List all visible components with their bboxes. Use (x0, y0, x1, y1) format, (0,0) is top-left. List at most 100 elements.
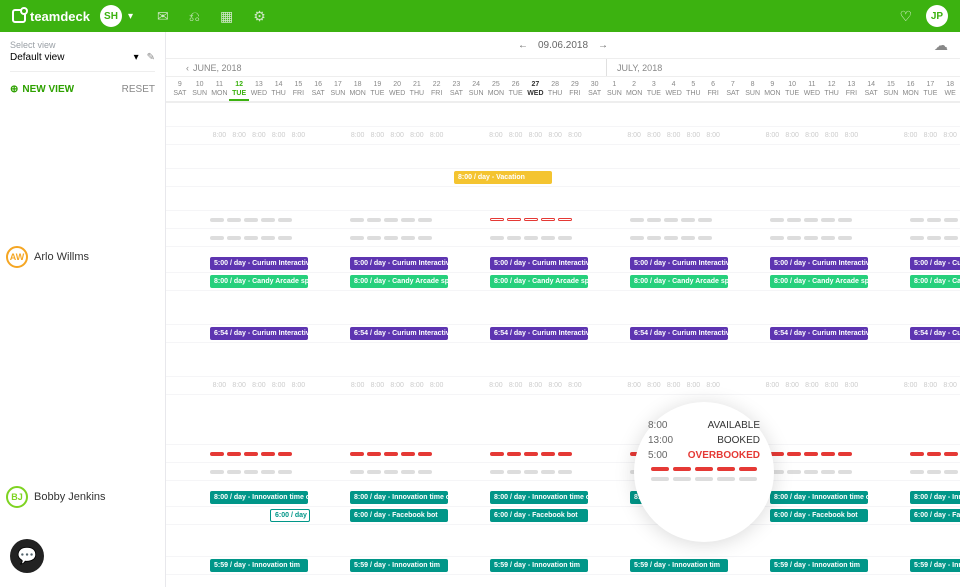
booking-bar[interactable]: 5:59 / day - Innovation tim (490, 559, 588, 572)
day-column[interactable]: 20WED (387, 77, 407, 101)
day-column[interactable]: 24SUN (466, 77, 486, 101)
arrow-left-icon[interactable]: ‹ (186, 63, 189, 73)
booking-bar[interactable]: 8:00 / day - Innovation time of (210, 491, 308, 504)
timeline-main: ← 09.06.2018 → ☁ ‹JUNE, 2018 JULY, 2018 … (166, 32, 960, 587)
bell-icon[interactable]: ♡ (899, 8, 912, 25)
booking-bar[interactable]: 8:00 / day - Candy Arcade sp. (770, 275, 868, 288)
booking-bar[interactable]: 6:00 / day - Facebook bot (910, 509, 960, 522)
booking-bar[interactable]: 5:59 / day - Innovation tim (910, 559, 960, 572)
day-column[interactable]: 17SUN (328, 77, 348, 101)
user-avatar[interactable]: JP (926, 5, 948, 27)
day-column[interactable]: 29FRI (565, 77, 585, 101)
day-column[interactable]: 11WED (802, 77, 822, 101)
day-column[interactable]: 16SAT (308, 77, 328, 101)
booking-bar[interactable]: 8:00 / day - Candy Arcade sp. (490, 275, 588, 288)
day-column[interactable]: 13WED (249, 77, 269, 101)
booking-bar[interactable]: 8:00 / day - Candy Arcade sp. (210, 275, 308, 288)
logo[interactable]: teamdeck (12, 9, 90, 24)
booking-bar[interactable]: 5:00 / day - Curium Interactiv (630, 257, 728, 270)
day-column[interactable]: 17TUE (921, 77, 941, 101)
day-column[interactable]: 8SUN (743, 77, 763, 101)
day-column[interactable]: 23SAT (447, 77, 467, 101)
day-column[interactable]: 9MON (763, 77, 783, 101)
booking-bar[interactable]: 5:00 / day - Curium Interactiv (350, 257, 448, 270)
chevron-down-icon[interactable]: ▾ (134, 52, 139, 63)
booking-bar-vacation[interactable]: 8:00 / day - Vacation (454, 171, 552, 184)
booking-bar[interactable]: 5:00 / day - Curium Interactiv (210, 257, 308, 270)
day-column[interactable]: 21THU (407, 77, 427, 101)
day-column[interactable]: 25MON (486, 77, 506, 101)
booking-bar[interactable]: 5:00 / day - Curium Interactiv (490, 257, 588, 270)
arrow-left-icon[interactable]: ← (518, 40, 528, 51)
booking-bar[interactable]: 6:54 / day - Curium Interactiv (630, 327, 728, 340)
booking-bar[interactable]: 8:00 / day - Candy Arcade sp. (350, 275, 448, 288)
day-column[interactable]: 19TUE (368, 77, 388, 101)
inbox-icon[interactable]: ✉ (157, 8, 169, 25)
booking-bar[interactable]: 8:00 / day - Innovation time of (490, 491, 588, 504)
day-column[interactable]: 11MON (210, 77, 230, 101)
day-column[interactable]: 15FRI (289, 77, 309, 101)
booking-bar[interactable]: 6:00 / day (270, 509, 310, 522)
booking-bar[interactable]: 6:54 / day - Curium Interactiv (490, 327, 588, 340)
day-column[interactable]: 18MON (348, 77, 368, 101)
calendar-icon[interactable]: ▦ (220, 8, 233, 25)
tooltip-hours: 8:00 (648, 420, 667, 431)
resource-row[interactable]: AW Arlo Willms (6, 246, 89, 268)
new-view-button[interactable]: ⊕NEW VIEW (10, 84, 74, 95)
view-selector[interactable]: Default view ▾✎ (10, 52, 155, 72)
booking-bar[interactable]: 5:59 / day - Innovation tim (350, 559, 448, 572)
cloud-download-icon[interactable]: ☁ (934, 37, 948, 54)
day-column[interactable]: 10SUN (190, 77, 210, 101)
day-column[interactable]: 13FRI (842, 77, 862, 101)
workspace-avatar[interactable]: SH (100, 5, 122, 27)
day-column[interactable]: 3TUE (644, 77, 664, 101)
booking-bar[interactable]: 8:00 / day - Innovation time of (770, 491, 868, 504)
booking-bar[interactable]: 5:59 / day - Innovation tim (770, 559, 868, 572)
day-column[interactable]: 4WED (664, 77, 684, 101)
booking-bar[interactable]: 8:00 / day - Innovation time of (910, 491, 960, 504)
day-column[interactable]: 30SAT (585, 77, 605, 101)
timeline-grid[interactable]: ◷8:008:008:008:008:008:008:008:008:008:0… (166, 103, 960, 575)
booking-bar[interactable]: 5:00 / day - Curium Interactiv (770, 257, 868, 270)
booking-bar[interactable]: 5:59 / day - Innovation tim (210, 559, 308, 572)
day-column[interactable]: 18WE (940, 77, 960, 101)
booking-bar[interactable]: 6:00 / day - Facebook bot (770, 509, 868, 522)
day-column[interactable]: 12THU (822, 77, 842, 101)
day-column[interactable]: 28THU (545, 77, 565, 101)
day-column[interactable]: 16MON (901, 77, 921, 101)
arrow-right-icon[interactable]: → (598, 40, 608, 51)
timeline-icon[interactable]: ⎌ (189, 8, 200, 25)
day-column[interactable]: 12TUE (229, 77, 249, 101)
booking-bar[interactable]: 6:54 / day - Curium Interactiv (350, 327, 448, 340)
current-date[interactable]: 09.06.2018 (538, 40, 588, 51)
chevron-down-icon[interactable]: ▾ (128, 11, 133, 22)
day-column[interactable]: 27WED (526, 77, 546, 101)
edit-icon[interactable]: ✎ (147, 52, 155, 63)
day-column[interactable]: 5THU (684, 77, 704, 101)
day-column[interactable]: 6FRI (703, 77, 723, 101)
booking-bar[interactable]: 6:00 / day - Facebook bot (490, 509, 588, 522)
reset-button[interactable]: RESET (122, 84, 155, 95)
day-column[interactable]: 14SAT (861, 77, 881, 101)
resource-row[interactable]: BJ Bobby Jenkins (6, 486, 106, 508)
booking-bar[interactable]: 6:54 / day - Curium Interactiv (210, 327, 308, 340)
day-column[interactable]: 15SUN (881, 77, 901, 101)
booking-bar[interactable]: 8:00 / day - Candy Arcade sp. (910, 275, 960, 288)
booking-bar[interactable]: 8:00 / day - Candy Arcade sp. (630, 275, 728, 288)
settings-icon[interactable]: ⚙ (253, 8, 266, 25)
booking-bar[interactable]: 6:54 / day - Curium Interactiv (910, 327, 960, 340)
chat-widget[interactable]: 💬 (10, 539, 44, 573)
booking-bar[interactable]: 8:00 / day - Innovation time of (350, 491, 448, 504)
day-column[interactable]: 1SUN (605, 77, 625, 101)
day-column[interactable]: 9SAT (170, 77, 190, 101)
day-column[interactable]: 22FRI (427, 77, 447, 101)
booking-bar[interactable]: 5:59 / day - Innovation tim (630, 559, 728, 572)
day-column[interactable]: 14THU (269, 77, 289, 101)
day-column[interactable]: 26TUE (506, 77, 526, 101)
booking-bar[interactable]: 6:54 / day - Curium Interactiv (770, 327, 868, 340)
day-column[interactable]: 7SAT (723, 77, 743, 101)
day-column[interactable]: 2MON (624, 77, 644, 101)
day-column[interactable]: 10TUE (782, 77, 802, 101)
booking-bar[interactable]: 5:00 / day - Curium Interactiv (910, 257, 960, 270)
booking-bar[interactable]: 6:00 / day - Facebook bot (350, 509, 448, 522)
